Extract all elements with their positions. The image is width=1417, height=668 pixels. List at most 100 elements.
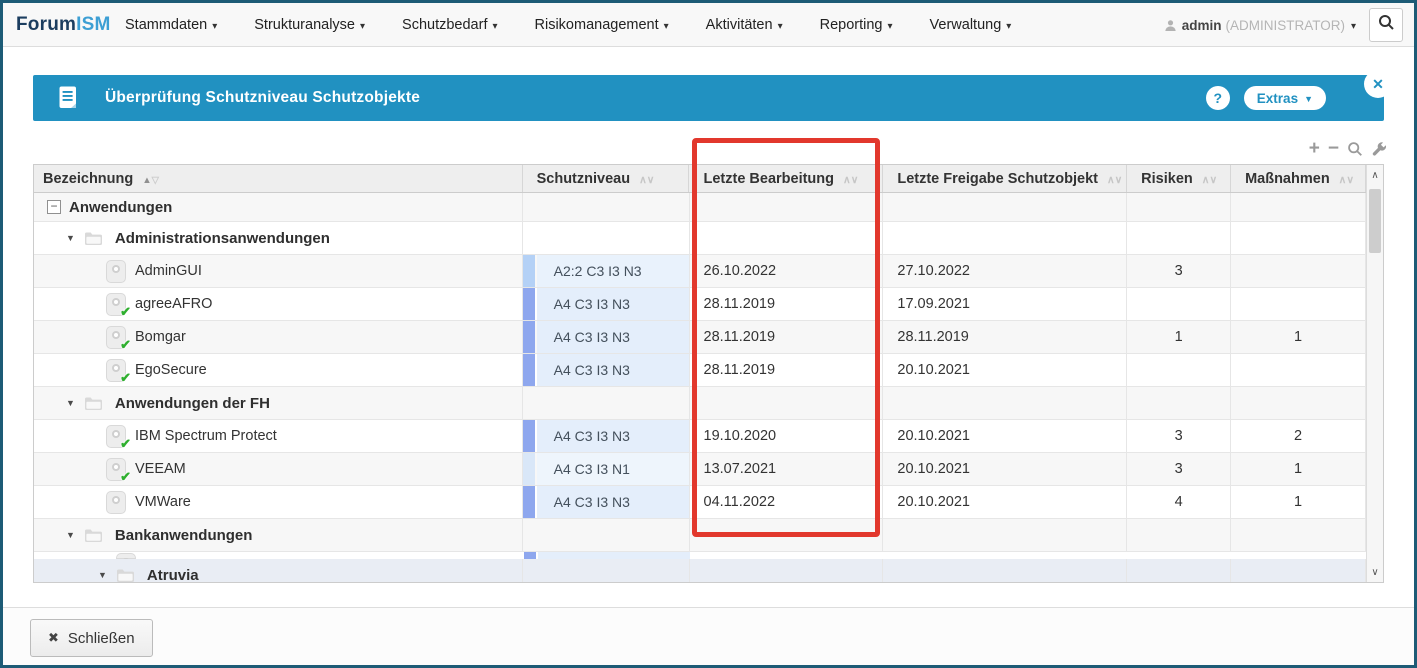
letzte-bearbeitung-cell — [690, 222, 884, 254]
collapse-icon[interactable]: − — [47, 200, 61, 214]
bezeichnung-cell: −Anwendungen — [34, 193, 523, 221]
application-icon: ✔ — [106, 425, 126, 448]
massnahmen-cell — [1231, 288, 1366, 320]
sort-icon[interactable]: ∧∨ — [639, 171, 654, 187]
schutzniveau-cell: A4 C3 I3 N1 — [523, 453, 690, 485]
approved-check-icon: ✔ — [120, 304, 131, 320]
nav-menus: Stammdaten▾Strukturanalyse▾Schutzbedarf▾… — [125, 3, 1048, 47]
bezeichnung-cell: ▼Anwendungen der FH — [34, 387, 523, 419]
forumism-window: ForumISM Stammdaten▾Strukturanalyse▾Schu… — [0, 0, 1417, 668]
column-header-risiken[interactable]: Risiken∧∨ — [1127, 165, 1231, 192]
bezeichnung-cell: ✔VEEAM — [34, 453, 523, 485]
sort-icon[interactable]: ∧∨ — [1107, 171, 1122, 187]
collapse-all-icon[interactable]: − — [1328, 139, 1339, 159]
logo-part-forum: Forum — [16, 14, 76, 36]
document-icon — [58, 85, 79, 111]
risiken-cell — [1127, 222, 1231, 254]
expand-arrow-icon[interactable]: ▼ — [66, 398, 75, 408]
schutzniveau-cell: A4 C3 I3 N3 — [523, 486, 690, 518]
application-label: IBM Spectrum Protect — [135, 428, 277, 444]
sort-icon[interactable]: ▲▽ — [142, 171, 159, 187]
table-row-bomgar[interactable]: ✔BomgarA4 C3 I3 N328.11.201928.11.201911 — [34, 321, 1366, 354]
column-header-schutzniveau[interactable]: Schutzniveau∧∨ — [523, 165, 690, 192]
extras-label: Extras — [1257, 91, 1298, 106]
schutzniveau-bar — [524, 552, 536, 559]
table-row-agreeafro[interactable]: ✔agreeAFROA4 C3 I3 N328.11.201917.09.202… — [34, 288, 1366, 321]
risiken-cell: 1 — [1127, 321, 1231, 353]
nav-menu-label: Reporting — [820, 17, 883, 33]
sort-icon[interactable]: ∧∨ — [1202, 171, 1217, 187]
expand-arrow-icon[interactable]: ▼ — [66, 530, 75, 540]
schutzniveau-value: A4 C3 I3 N3 — [537, 420, 689, 452]
bezeichnung-cell: ✔Bomgar — [34, 321, 523, 353]
bezeichnung-cell: ▼Bankanwendungen — [34, 519, 523, 551]
schutzniveau-value: A2:2 C3 I3 N3 — [537, 255, 689, 287]
nav-menu-strukturanalyse[interactable]: Strukturanalyse▾ — [254, 17, 365, 33]
table-row-vmware[interactable]: VMWareA4 C3 I3 N304.11.202220.10.202141 — [34, 486, 1366, 519]
grid-settings-wrench-icon[interactable] — [1371, 141, 1387, 157]
bezeichnung-cell: ▼Atruvia — [34, 559, 523, 582]
approved-check-icon: ✔ — [120, 337, 131, 353]
app-logo[interactable]: ForumISM — [16, 3, 111, 47]
nav-menu-risikomanagement[interactable]: Risikomanagement▾ — [535, 17, 669, 33]
table-row-anwendungen-der-fh[interactable]: ▼Anwendungen der FH — [34, 387, 1366, 420]
risiken-cell: 3 — [1127, 453, 1231, 485]
nav-menu-schutzbedarf[interactable]: Schutzbedarf▾ — [402, 17, 497, 33]
bezeichnung-cell: ✔EgoSecure — [34, 354, 523, 386]
table-row-ibm-spectrum-protect[interactable]: ✔IBM Spectrum ProtectA4 C3 I3 N319.10.20… — [34, 420, 1366, 453]
panel-close-button[interactable]: ✕ — [1364, 70, 1392, 98]
column-header-label: Bezeichnung — [43, 171, 133, 187]
user-menu[interactable]: admin (ADMINISTRATOR) ▾ — [1164, 3, 1356, 47]
folder-label: Administrationsanwendungen — [115, 230, 330, 247]
schutzniveau-cell — [523, 519, 690, 551]
extras-button[interactable]: Extras ▼ — [1244, 86, 1326, 110]
schutzniveau-bar — [523, 420, 535, 452]
nav-menu-label: Risikomanagement — [535, 17, 659, 33]
letzte-freigabe-cell: 20.10.2021 — [883, 453, 1127, 485]
user-name: admin — [1182, 18, 1222, 33]
column-header-label: Letzte Freigabe Schutzobjekt — [897, 171, 1098, 187]
scroll-up-arrow-icon[interactable]: ∧ — [1367, 165, 1383, 185]
nav-menu-label: Stammdaten — [125, 17, 207, 33]
nav-menu-aktivit-ten[interactable]: Aktivitäten▾ — [706, 17, 783, 33]
column-header-letzte-freigabe-schutzobjekt[interactable]: Letzte Freigabe Schutzobjekt ∧∨ — [883, 165, 1127, 192]
nav-menu-stammdaten[interactable]: Stammdaten▾ — [125, 17, 217, 33]
global-search-button[interactable] — [1369, 8, 1403, 42]
sort-icon[interactable]: ∧∨ — [1339, 171, 1354, 187]
bezeichnung-cell: ▼ Administrationsanwendungen — [34, 222, 523, 254]
help-button[interactable]: ? — [1206, 86, 1230, 110]
table-row-admingui[interactable]: AdminGUIA2:2 C3 I3 N326.10.202227.10.202… — [34, 255, 1366, 288]
table-row-bankanwendungen[interactable]: ▼Bankanwendungen — [34, 519, 1366, 552]
column-header-letzte-bearbeitung[interactable]: Letzte Bearbeitung∧∨ — [689, 165, 883, 192]
nav-menu-verwaltung[interactable]: Verwaltung▾ — [930, 17, 1012, 33]
top-nav: ForumISM Stammdaten▾Strukturanalyse▾Schu… — [3, 3, 1414, 47]
grid-search-icon[interactable] — [1347, 141, 1363, 157]
table-row-anwendungen[interactable]: −Anwendungen — [34, 193, 1366, 222]
massnahmen-cell: 1 — [1231, 321, 1366, 353]
letzte-bearbeitung-cell — [690, 519, 884, 551]
column-header-ma-nahmen[interactable]: Maßnahmen∧∨ — [1231, 165, 1366, 192]
table-row-egosecure[interactable]: ✔EgoSecureA4 C3 I3 N328.11.201920.10.202… — [34, 354, 1366, 387]
search-icon — [1378, 14, 1395, 36]
expand-arrow-icon[interactable]: ▼ — [66, 233, 75, 243]
schliessen-button[interactable]: ✖ Schließen — [30, 619, 153, 657]
panel-header-actions: ? Extras ▼ — [1206, 86, 1326, 110]
user-icon — [1164, 19, 1177, 32]
massnahmen-cell — [1231, 519, 1366, 551]
expand-arrow-icon[interactable]: ▼ — [98, 570, 107, 580]
table-row-administrationsanwendungen[interactable]: ▼ Administrationsanwendungen — [34, 222, 1366, 255]
nav-menu-reporting[interactable]: Reporting▾ — [820, 17, 893, 33]
schutzniveau-bar — [523, 255, 535, 287]
table-row-atruvia[interactable]: ▼Atruvia — [34, 559, 1366, 582]
sort-icon[interactable]: ∧∨ — [843, 171, 858, 187]
scrollbar-thumb[interactable] — [1369, 189, 1381, 253]
letzte-bearbeitung-cell: 28.11.2019 — [690, 321, 884, 353]
risiken-cell — [1127, 354, 1231, 386]
vertical-scrollbar[interactable]: ∧ ∨ — [1366, 165, 1383, 582]
table-row-veeam[interactable]: ✔VEEAMA4 C3 I3 N113.07.202120.10.202131 — [34, 453, 1366, 486]
column-header-bezeichnung[interactable]: Bezeichnung ▲▽ — [34, 165, 523, 192]
expand-all-icon[interactable]: + — [1309, 139, 1320, 159]
letzte-bearbeitung-cell — [690, 193, 884, 221]
chevron-down-icon: ▾ — [360, 21, 365, 32]
scroll-down-arrow-icon[interactable]: ∨ — [1367, 562, 1383, 582]
